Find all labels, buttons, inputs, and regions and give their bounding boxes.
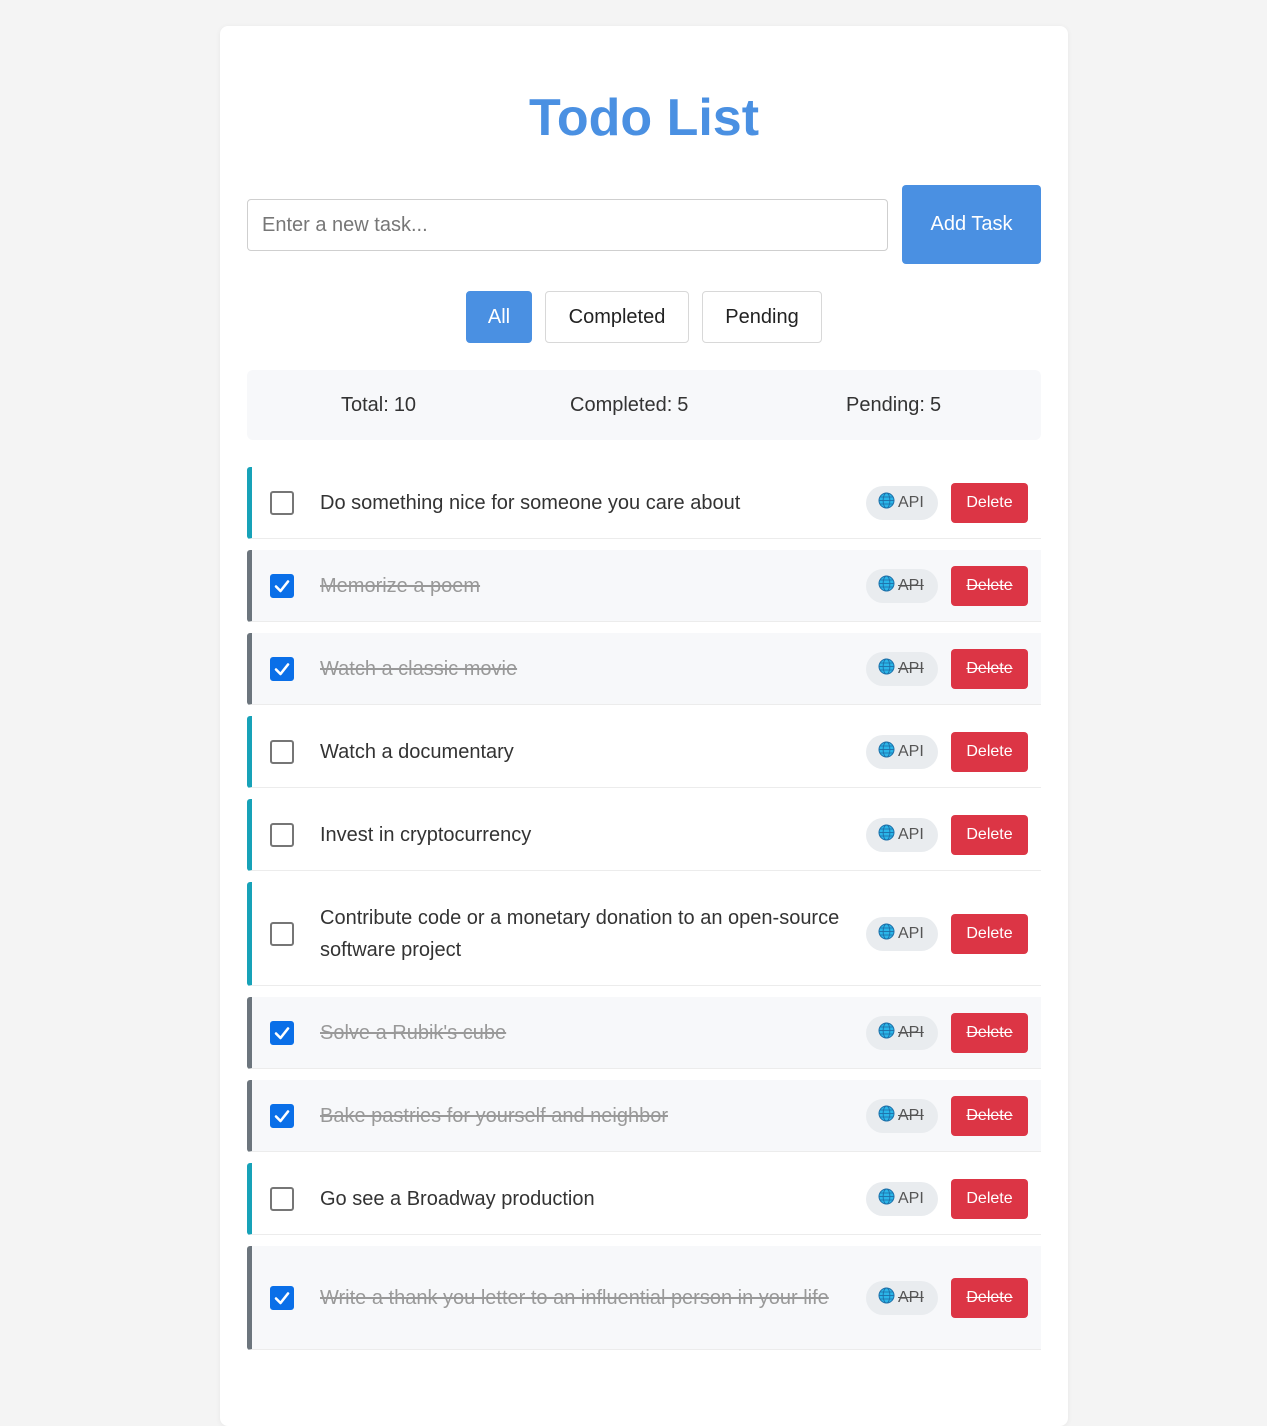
todo-text: Watch a documentary	[320, 740, 514, 763]
todo-text: Invest in cryptocurrency	[320, 823, 532, 846]
todo-item: Invest in cryptocurrency API Delete	[247, 799, 1041, 871]
todo-item: Contribute code or a monetary donation t…	[247, 882, 1041, 986]
api-badge: API	[866, 568, 938, 603]
todo-text: Bake pastries for yourself and neighbor	[320, 1104, 668, 1127]
filter-completed-button[interactable]: Completed	[545, 291, 689, 343]
globe-icon	[878, 1105, 895, 1122]
delete-button[interactable]: Delete	[951, 565, 1028, 606]
globe-icon	[878, 923, 895, 940]
todo-item: Solve a Rubik's cube API Delete	[247, 997, 1041, 1069]
api-badge: API	[866, 1181, 938, 1216]
stat-completed-value: 5	[677, 394, 689, 416]
api-badge-label: API	[898, 742, 924, 760]
globe-icon	[878, 741, 895, 758]
api-badge: API	[866, 734, 938, 769]
todo-item: Do something nice for someone you care a…	[247, 467, 1041, 539]
todo-text: Memorize a poem	[320, 574, 481, 597]
stat-total-label: Total:	[341, 394, 389, 416]
stat-pending-value: 5	[929, 394, 942, 416]
checkmark-icon	[274, 579, 290, 592]
todo-item: Memorize a poem API Delete	[247, 550, 1041, 622]
globe-icon	[878, 575, 895, 592]
todo-item: Write a thank you letter to an influenti…	[247, 1246, 1041, 1350]
api-badge-label: API	[898, 1023, 924, 1041]
todo-item: Bake pastries for yourself and neighbor …	[247, 1080, 1041, 1152]
filter-all-button[interactable]: All	[466, 291, 532, 343]
api-badge: API	[866, 1015, 938, 1050]
api-badge-label: API	[898, 659, 924, 677]
delete-button[interactable]: Delete	[951, 1012, 1028, 1053]
todo-checkbox[interactable]	[270, 921, 294, 946]
checkmark-icon	[274, 1026, 290, 1039]
todo-checkbox[interactable]	[270, 1285, 294, 1310]
api-badge: API	[866, 1280, 938, 1315]
globe-icon	[878, 1022, 895, 1039]
todo-checkbox[interactable]	[270, 573, 294, 598]
delete-button[interactable]: Delete	[951, 1178, 1028, 1219]
todo-checkbox[interactable]	[270, 656, 294, 681]
api-badge-label: API	[898, 1189, 924, 1207]
delete-button[interactable]: Delete	[951, 814, 1028, 855]
todo-card: Todo List Add Task All Completed Pending…	[220, 26, 1068, 1426]
api-badge: API	[866, 1098, 938, 1133]
todo-checkbox[interactable]	[270, 739, 294, 764]
todo-text: Contribute code or a monetary donation t…	[320, 906, 840, 961]
globe-icon	[878, 658, 895, 675]
globe-icon	[878, 1188, 895, 1205]
stat-total-value: 10	[393, 394, 417, 416]
globe-icon	[878, 824, 895, 841]
todo-list: Do something nice for someone you care a…	[247, 467, 1041, 1361]
todo-text: Solve a Rubik's cube	[320, 1021, 507, 1044]
todo-text: Watch a classic movie	[320, 657, 518, 680]
api-badge-label: API	[898, 493, 924, 511]
api-badge: API	[866, 817, 938, 852]
api-badge: API	[866, 916, 938, 951]
todo-text: Go see a Broadway production	[320, 1187, 595, 1210]
todo-text: Write a thank you letter to an influenti…	[320, 1286, 829, 1309]
todo-checkbox[interactable]	[270, 1020, 294, 1045]
api-badge-label: API	[898, 924, 924, 942]
todo-item: Go see a Broadway production API Delete	[247, 1163, 1041, 1235]
todo-checkbox[interactable]	[270, 1186, 294, 1211]
delete-button[interactable]: Delete	[951, 648, 1028, 689]
filter-bar: All Completed Pending	[220, 291, 1068, 343]
api-badge-label: API	[898, 1106, 924, 1124]
todo-item: Watch a documentary API Delete	[247, 716, 1041, 788]
delete-button[interactable]: Delete	[951, 1277, 1028, 1318]
todo-checkbox[interactable]	[270, 1103, 294, 1128]
stat-completed-label: Completed:	[570, 394, 673, 416]
todo-item: Watch a classic movie API Delete	[247, 633, 1041, 705]
stat-pending-label: Pending:	[846, 394, 925, 416]
api-badge-label: API	[898, 576, 924, 594]
stat-total: Total: 10	[341, 370, 416, 440]
api-badge-label: API	[898, 1288, 924, 1306]
page-title: Todo List	[528, 89, 760, 147]
delete-button[interactable]: Delete	[951, 913, 1028, 954]
todo-text: Do something nice for someone you care a…	[320, 491, 741, 514]
stat-completed: Completed: 5	[570, 370, 688, 440]
checkmark-icon	[274, 662, 290, 675]
api-badge: API	[866, 651, 938, 686]
checkmark-icon	[274, 1291, 290, 1304]
checkmark-icon	[274, 1109, 290, 1122]
stats-panel: Total: 10 Completed: 5 Pending: 5	[247, 370, 1041, 440]
delete-button[interactable]: Delete	[951, 482, 1028, 523]
todo-checkbox[interactable]	[270, 490, 294, 515]
new-task-input[interactable]	[247, 199, 888, 251]
globe-icon	[878, 1287, 895, 1304]
api-badge: API	[866, 485, 938, 520]
api-badge-label: API	[898, 825, 924, 843]
stat-pending: Pending: 5	[846, 370, 941, 440]
todo-checkbox[interactable]	[270, 822, 294, 847]
delete-button[interactable]: Delete	[951, 731, 1028, 772]
add-task-button[interactable]: Add Task	[902, 185, 1041, 264]
globe-icon	[878, 492, 895, 509]
filter-pending-button[interactable]: Pending	[702, 291, 822, 343]
delete-button[interactable]: Delete	[951, 1095, 1028, 1136]
